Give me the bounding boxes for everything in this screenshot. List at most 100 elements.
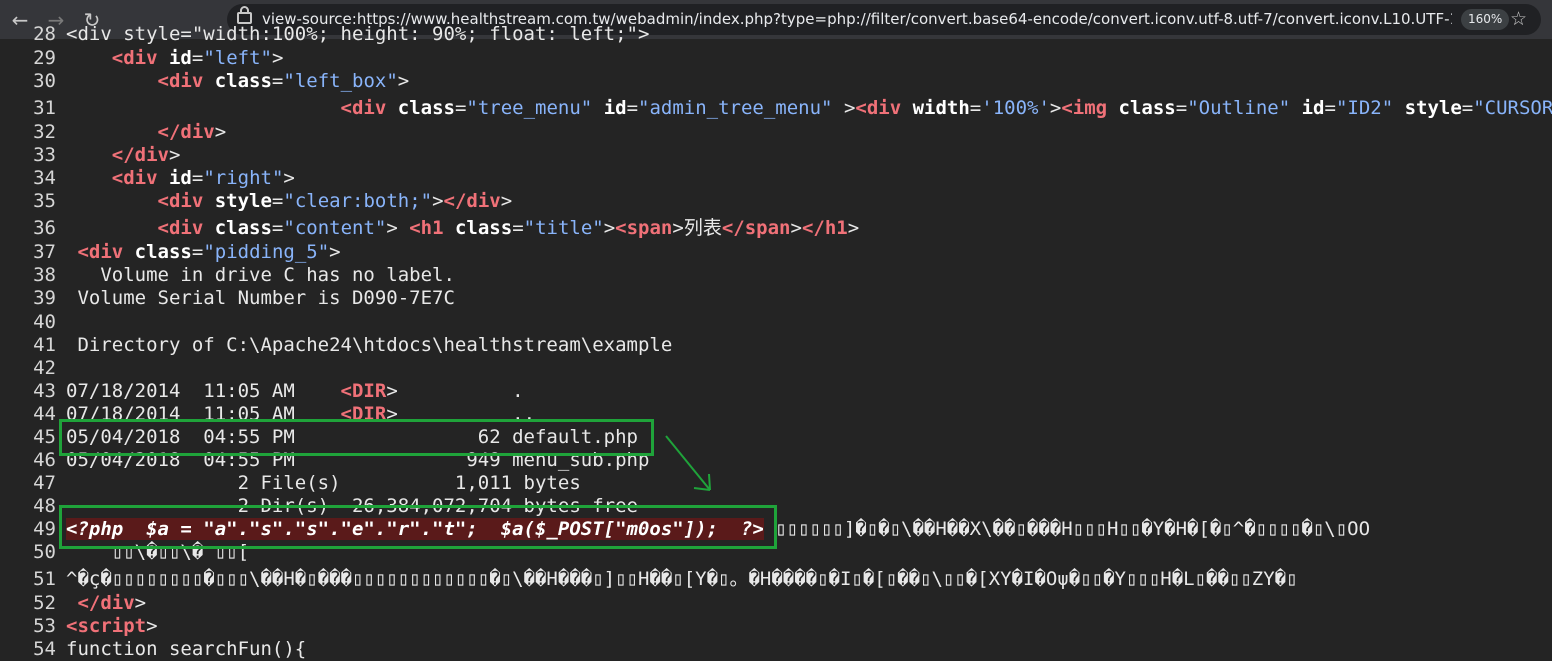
html-tag: <div (157, 190, 204, 212)
line-number: 35 (33, 190, 56, 212)
html-tag: <div (157, 70, 204, 92)
line-number: 32 (33, 121, 56, 143)
attribute-value: "left" (203, 47, 272, 69)
source-line: 32 </div> (0, 121, 226, 144)
equals-sign: = (626, 97, 639, 119)
source-line: 35 <div style="clear:both;"></div> (0, 190, 512, 213)
source-line: 40 (0, 311, 66, 334)
html-tag: <img (1061, 97, 1108, 119)
source-line: 33 </div> (0, 144, 180, 167)
line-number: 28 (33, 23, 56, 45)
html-tag: <script (66, 615, 147, 637)
tag-close: > (134, 592, 147, 614)
attribute-value: '100%' (981, 97, 1050, 119)
source-line: 51 ^�ç�▯▯▯▯▯▯▯▯�▯▯▯\��H�▯���▯▯▯▯▯▯▯▯▯▯▯▯�… (0, 568, 1298, 591)
source-line: 37 <div class="pidding_5"> (0, 241, 341, 264)
tag-close: > (386, 217, 410, 239)
source-line: 29 <div id="left"> (0, 47, 283, 70)
html-tag: </div (111, 144, 169, 166)
html-attribute: class (1107, 97, 1176, 119)
line-text: 2 File(s) 1,011 bytes (66, 472, 581, 494)
tag-close: > (168, 144, 181, 166)
html-tag: </span (721, 217, 791, 239)
html-attribute: id (157, 47, 192, 69)
tag-close: > (500, 190, 513, 212)
source-line: 41 Directory of C:\Apache24\htdocs\healt… (0, 334, 672, 357)
line-number: 33 (33, 144, 56, 166)
line-number: 46 (33, 449, 56, 471)
tag-close: > (603, 217, 616, 239)
equals-sign: = (271, 190, 284, 212)
line-number: 40 (33, 311, 56, 333)
equals-sign: = (191, 47, 204, 69)
html-attribute: class (443, 217, 513, 239)
line-number: 54 (33, 638, 56, 660)
html-attribute: class (203, 70, 272, 92)
attribute-value: "Outline" (1187, 97, 1291, 119)
html-tag: <div (855, 97, 902, 119)
equals-sign: = (271, 217, 284, 239)
line-number: 31 (33, 97, 56, 119)
html-attribute: class (123, 241, 192, 263)
line-number: 29 (33, 47, 56, 69)
source-view: 28 <div style="width:100%; height: 90%; f… (0, 23, 1552, 660)
source-line: 54 function searchFun(){ (0, 638, 306, 661)
equals-sign: = (271, 70, 284, 92)
source-line: 42 (0, 357, 66, 380)
html-tag: </div (77, 592, 135, 614)
html-attribute: style (1393, 97, 1462, 119)
bookmark-star-icon[interactable]: ☆ (1510, 5, 1527, 34)
source-line: 53 <script> (0, 615, 157, 638)
html-tag: <div (77, 241, 124, 263)
attribute-value: "clear:both;" (283, 190, 433, 212)
equals-sign: = (454, 97, 467, 119)
attribute-value: "admin_tree_menu" (638, 97, 833, 119)
tag-close: > (1049, 97, 1062, 119)
line-number: 34 (33, 167, 56, 189)
garbled-text: ^�ç�▯▯▯▯▯▯▯▯�▯▯▯\��H�▯���▯▯▯▯▯▯▯▯▯▯▯▯�▯\… (66, 568, 1298, 590)
html-attribute: width (901, 97, 970, 119)
highlight-box-default-php (59, 419, 654, 456)
arrow-icon (665, 435, 711, 491)
line-number: 52 (33, 592, 56, 614)
zoom-badge[interactable]: 160% (1461, 9, 1510, 30)
line-number: 43 (33, 380, 56, 402)
line-text: function searchFun(){ (66, 638, 307, 660)
line-number: 48 (33, 495, 56, 517)
tag-close: > (283, 167, 295, 189)
heading-text: 列表 (683, 217, 722, 239)
html-tag: </div (157, 121, 215, 143)
equals-sign: = (1461, 97, 1474, 119)
tag-close: > (790, 217, 802, 239)
tag-close: > (672, 217, 684, 239)
tag-close: > (214, 121, 227, 143)
line-number: 53 (33, 615, 56, 637)
source-line: 31 <div class="tree_menu" id="admin_tree… (0, 97, 1552, 120)
tag-close: > (432, 190, 444, 212)
line-text: Volume in drive C has no label. (66, 264, 455, 286)
html-tag: </h1 (801, 217, 848, 239)
line-number: 44 (33, 403, 56, 425)
tag-close: > (329, 241, 341, 263)
garbled-text: ▯▯▯▯▯▯]�▯�▯\��H��X\��▯���H▯▯▯H▯▯�Y�H�[�▯… (763, 518, 1371, 540)
source-line: 34 <div id="right"> (0, 167, 295, 190)
tag-close: > (847, 217, 860, 239)
html-tag: <span (615, 217, 673, 239)
attribute-value: "ID2" (1335, 97, 1394, 119)
source-line: 39 Volume Serial Number is D090-7E7C (0, 287, 455, 310)
tag-close: > (397, 70, 410, 92)
source-line: 36 <div class="content"> <h1 class="titl… (0, 217, 859, 240)
line-number: 38 (33, 264, 56, 286)
source-line: 52 </div> (0, 592, 146, 615)
equals-sign: = (512, 217, 524, 239)
line-number: 37 (33, 241, 56, 263)
highlight-box-php-payload (59, 505, 777, 549)
